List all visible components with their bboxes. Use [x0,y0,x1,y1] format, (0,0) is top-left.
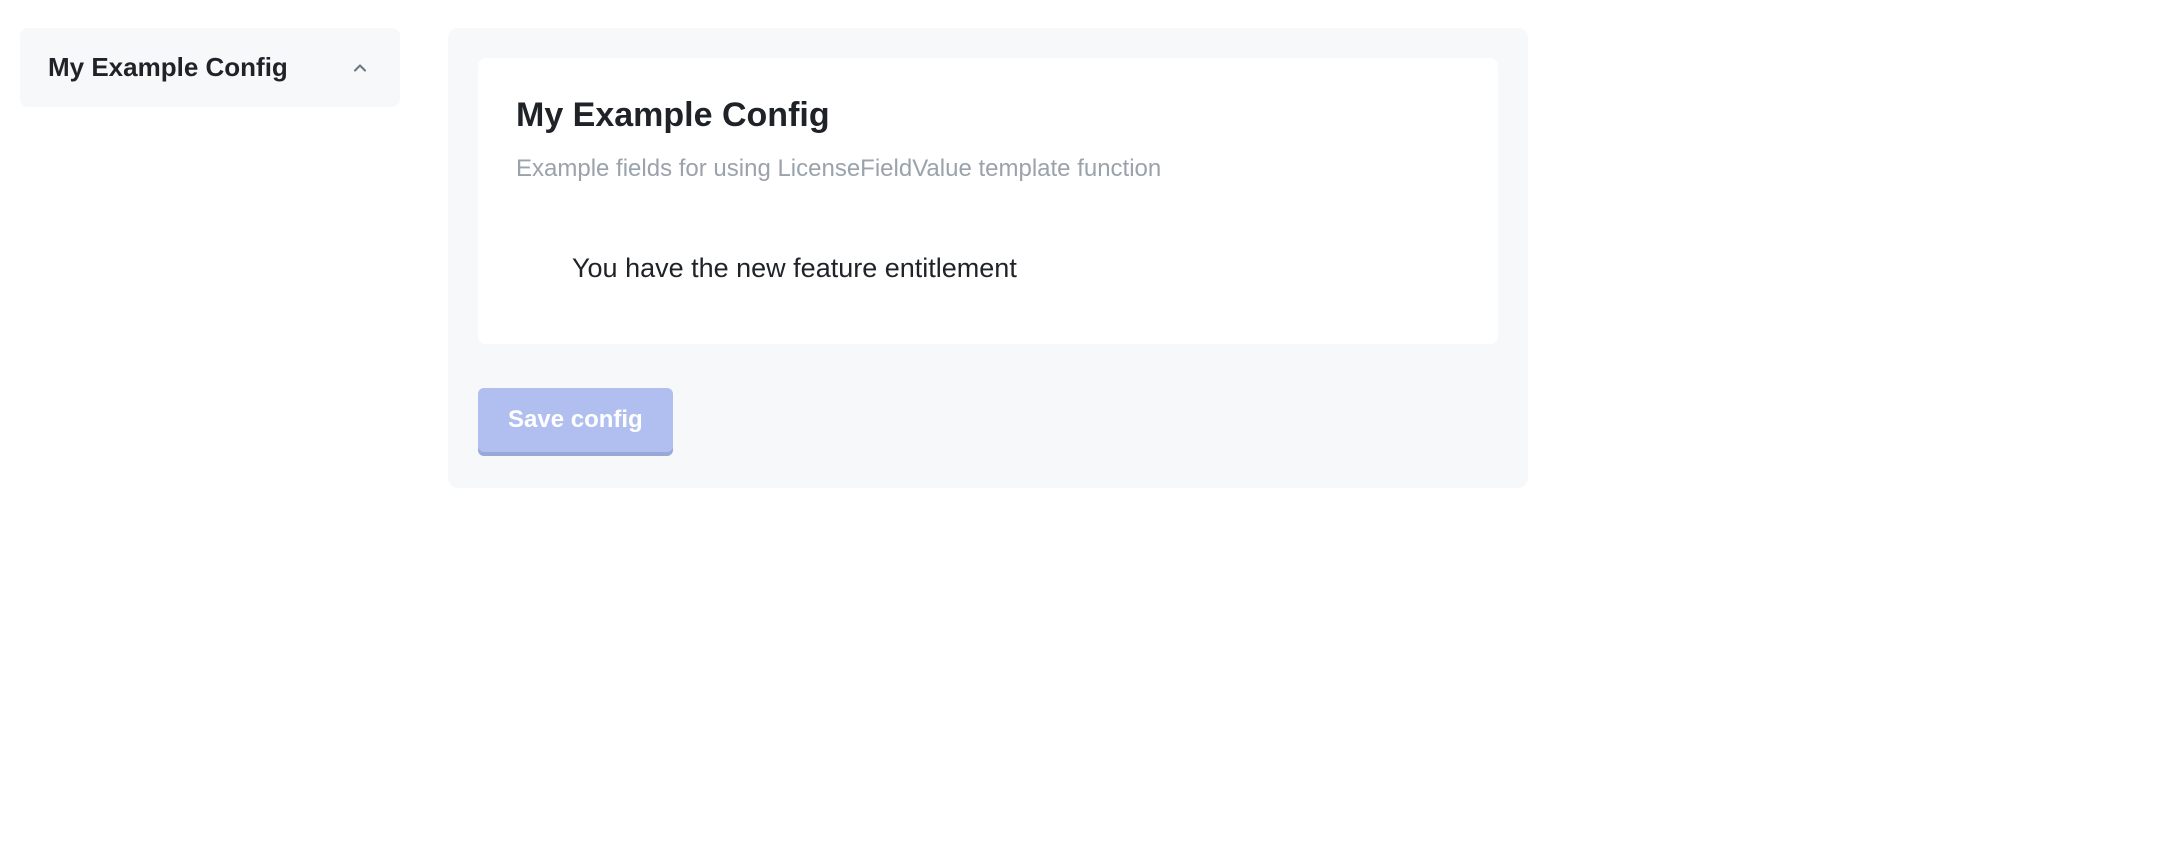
chevron-up-icon [348,56,372,80]
main-panel: My Example Config Example fields for usi… [448,28,1528,488]
config-layout: My Example Config My Example Config Exam… [20,28,2160,488]
config-title: My Example Config [516,96,1460,135]
save-config-button[interactable]: Save config [478,388,673,452]
config-subtitle: Example fields for using LicenseFieldVal… [516,155,1460,183]
entitlement-message: You have the new feature entitlement [572,253,1460,284]
sidebar-item-label: My Example Config [48,52,288,83]
actions-row: Save config [478,388,1498,452]
sidebar: My Example Config [20,28,400,488]
sidebar-item-config[interactable]: My Example Config [20,28,400,107]
config-card: My Example Config Example fields for usi… [478,58,1498,344]
